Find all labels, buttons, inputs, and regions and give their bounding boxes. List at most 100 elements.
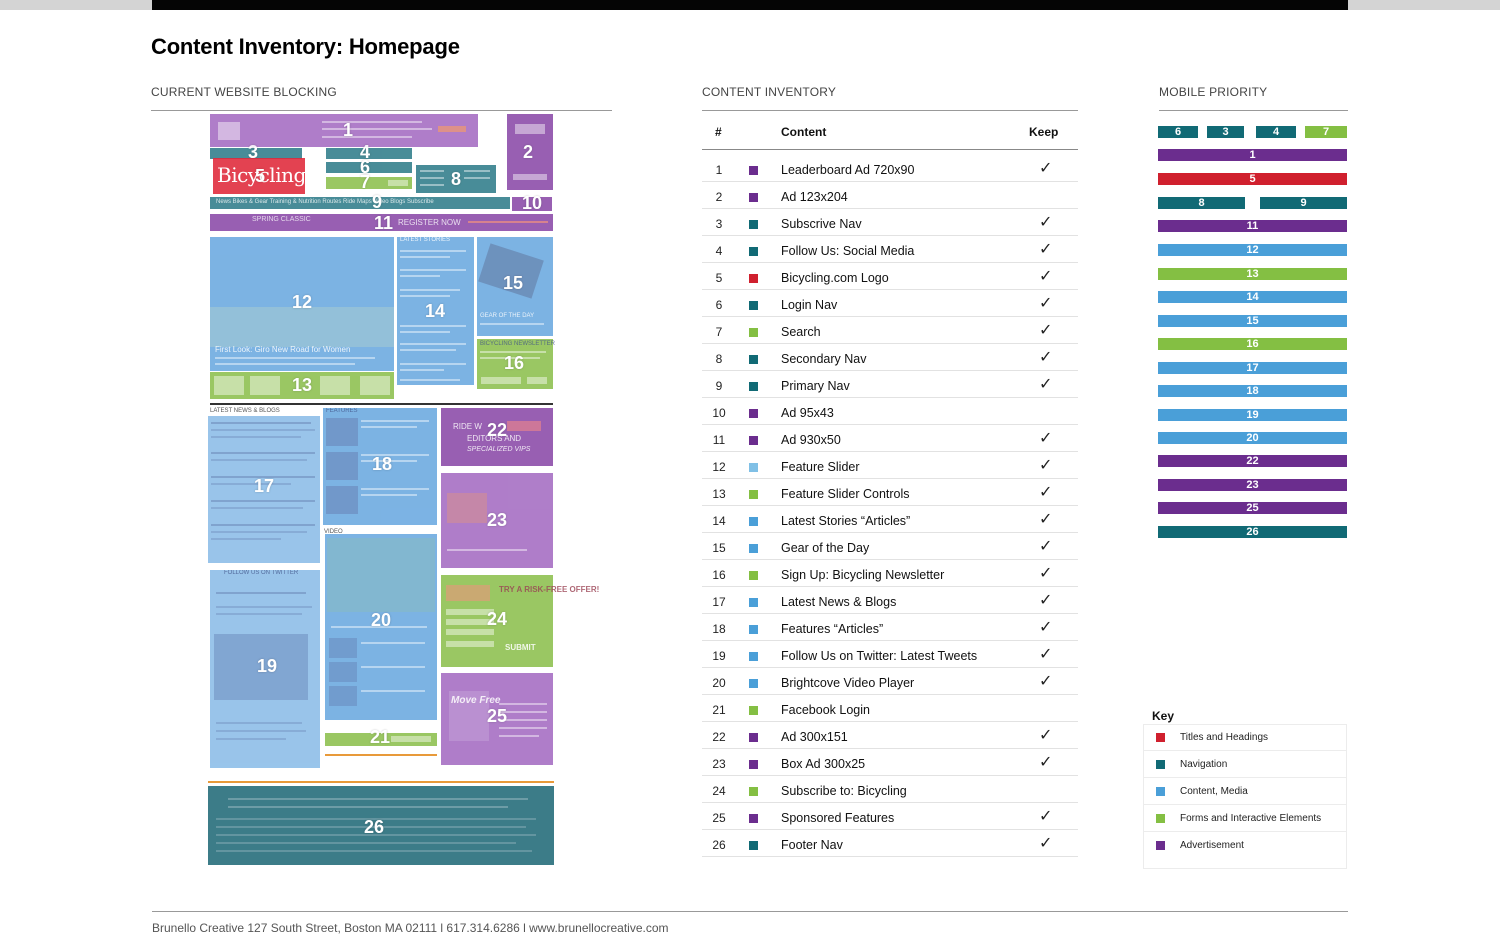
section-rule-mobile xyxy=(1159,110,1348,111)
wire-block-17: 17 xyxy=(208,416,320,563)
wire-block-18: FEATURES 18 xyxy=(323,408,437,525)
page-title: Content Inventory: Homepage xyxy=(151,34,460,59)
wire-block-23: 23 xyxy=(441,473,553,568)
mobile-priority-bar: 19 xyxy=(1158,409,1347,421)
row-content: Footer Nav xyxy=(781,838,843,852)
wire-block-16: BICYCLING NEWSLETTER 16 xyxy=(477,339,555,389)
row-content: Gear of the Day xyxy=(781,541,870,555)
row-content: Feature Slider Controls xyxy=(781,487,910,501)
mobile-priority-bar: 20 xyxy=(1158,432,1347,444)
table-row: 8 Secondary Nav ✓ xyxy=(702,344,1078,371)
row-content: Ad 300x151 xyxy=(781,730,848,744)
keep-checkmark: ✓ xyxy=(1039,266,1053,285)
category-swatch xyxy=(749,382,758,391)
keep-checkmark: ✓ xyxy=(1039,806,1053,825)
row-content: Sponsored Features xyxy=(781,811,895,825)
key-swatch xyxy=(1156,814,1165,823)
keep-checkmark: ✓ xyxy=(1039,374,1053,393)
category-swatch xyxy=(749,166,758,175)
wire-block-25: Move Free 25 xyxy=(441,673,553,765)
table-row: 5 Bicycling.com Logo ✓ xyxy=(702,263,1078,290)
section-label-blocking: CURRENT WEBSITE BLOCKING xyxy=(151,85,337,99)
mobile-priority-bar: 25 xyxy=(1158,502,1347,514)
row-number: 25 xyxy=(712,811,726,825)
column-header-number: # xyxy=(715,125,722,139)
category-swatch xyxy=(749,814,758,823)
row-number: 16 xyxy=(712,568,726,582)
table-row: 2 Ad 123x204 xyxy=(702,182,1078,209)
wire-divider xyxy=(210,403,553,405)
keep-checkmark: ✓ xyxy=(1039,725,1053,744)
footer-rule xyxy=(152,911,1348,912)
keep-checkmark: ✓ xyxy=(1039,158,1053,177)
mobile-priority-bar: 1 xyxy=(1158,149,1347,161)
wire-block-11: SPRING CLASSIC REGISTER NOW 11 xyxy=(210,213,553,233)
key-swatch xyxy=(1156,760,1165,769)
mobile-priority-bar: 3 xyxy=(1207,126,1244,138)
row-number: 14 xyxy=(712,514,726,528)
table-row: 11 Ad 930x50 ✓ xyxy=(702,425,1078,452)
table-row: 21 Facebook Login xyxy=(702,695,1078,722)
mobile-priority-bar: 14 xyxy=(1158,291,1347,303)
key-swatch xyxy=(1156,733,1165,742)
table-row: 6 Login Nav ✓ xyxy=(702,290,1078,317)
row-number: 1 xyxy=(715,163,723,177)
footer-contact: Brunello Creative 127 South Street, Bost… xyxy=(152,921,530,935)
wire-block-22: RIDE W EDITORS AND SPECIALIZED VIPS 22 xyxy=(441,408,553,466)
category-swatch xyxy=(749,787,758,796)
wire-divider-orange xyxy=(208,781,554,783)
row-number: 2 xyxy=(715,190,723,204)
mobile-priority-bar: 8 xyxy=(1158,197,1245,209)
row-content: Ad 95x43 xyxy=(781,406,834,420)
keep-checkmark: ✓ xyxy=(1039,563,1053,582)
row-content: Follow Us: Social Media xyxy=(781,244,915,258)
category-swatch xyxy=(749,274,758,283)
key-label: Content, Media xyxy=(1180,786,1248,797)
table-row: 3 Subscrive Nav ✓ xyxy=(702,209,1078,236)
row-number: 7 xyxy=(715,325,723,339)
mobile-priority-bar: 16 xyxy=(1158,338,1347,350)
row-number: 9 xyxy=(715,379,723,393)
wire-divider-orange-small xyxy=(325,754,437,756)
row-content: Subscribe to: Bicycling xyxy=(781,784,907,798)
category-swatch xyxy=(749,841,758,850)
wire-block-2: 2 xyxy=(507,114,553,190)
website-blocking-wireframe: 1 2 3 4 Bicycling 5 6 7 8 News Bikes & G… xyxy=(208,113,599,865)
table-row: 15 Gear of the Day ✓ xyxy=(702,533,1078,560)
category-swatch xyxy=(749,463,758,472)
wire-block-9: News Bikes & Gear Training & Nutrition R… xyxy=(210,192,510,212)
category-swatch xyxy=(749,301,758,310)
mobile-priority-bar: 23 xyxy=(1158,479,1347,491)
section-label-mobile: MOBILE PRIORITY xyxy=(1159,85,1268,99)
key-item: Navigation xyxy=(1143,751,1347,778)
category-swatch xyxy=(749,652,758,661)
category-swatch xyxy=(749,625,758,634)
key-item: Titles and Headings xyxy=(1143,724,1347,751)
row-number: 5 xyxy=(715,271,723,285)
category-swatch xyxy=(749,247,758,256)
table-row: 16 Sign Up: Bicycling Newsletter ✓ xyxy=(702,560,1078,587)
keep-checkmark: ✓ xyxy=(1039,347,1053,366)
mobile-priority-bar: 18 xyxy=(1158,385,1347,397)
table-row: 20 Brightcove Video Player ✓ xyxy=(702,668,1078,695)
row-content: Ad 930x50 xyxy=(781,433,841,447)
row-number: 12 xyxy=(712,460,726,474)
row-content: Subscrive Nav xyxy=(781,217,862,231)
table-row: 14 Latest Stories “Articles” ✓ xyxy=(702,506,1078,533)
row-number: 23 xyxy=(712,757,726,771)
key-label: Forms and Interactive Elements xyxy=(1180,813,1322,824)
footer-url-link[interactable]: www.brunellocreative.com xyxy=(529,921,668,935)
row-number: 24 xyxy=(712,784,726,798)
key-label: Navigation xyxy=(1180,759,1228,770)
row-content: Box Ad 300x25 xyxy=(781,757,866,771)
table-row: 19 Follow Us on Twitter: Latest Tweets ✓ xyxy=(702,641,1078,668)
mobile-priority-bar: 7 xyxy=(1305,126,1347,138)
wire-block-20: 20 xyxy=(325,534,437,720)
section-label-inventory: CONTENT INVENTORY xyxy=(702,85,837,99)
mobile-priority-bar: 13 xyxy=(1158,268,1347,280)
row-number: 15 xyxy=(712,541,726,555)
table-row: 13 Feature Slider Controls ✓ xyxy=(702,479,1078,506)
row-content: Sign Up: Bicycling Newsletter xyxy=(781,568,945,582)
section-rule-blocking xyxy=(151,110,612,111)
section-rule-inventory xyxy=(702,110,1078,111)
